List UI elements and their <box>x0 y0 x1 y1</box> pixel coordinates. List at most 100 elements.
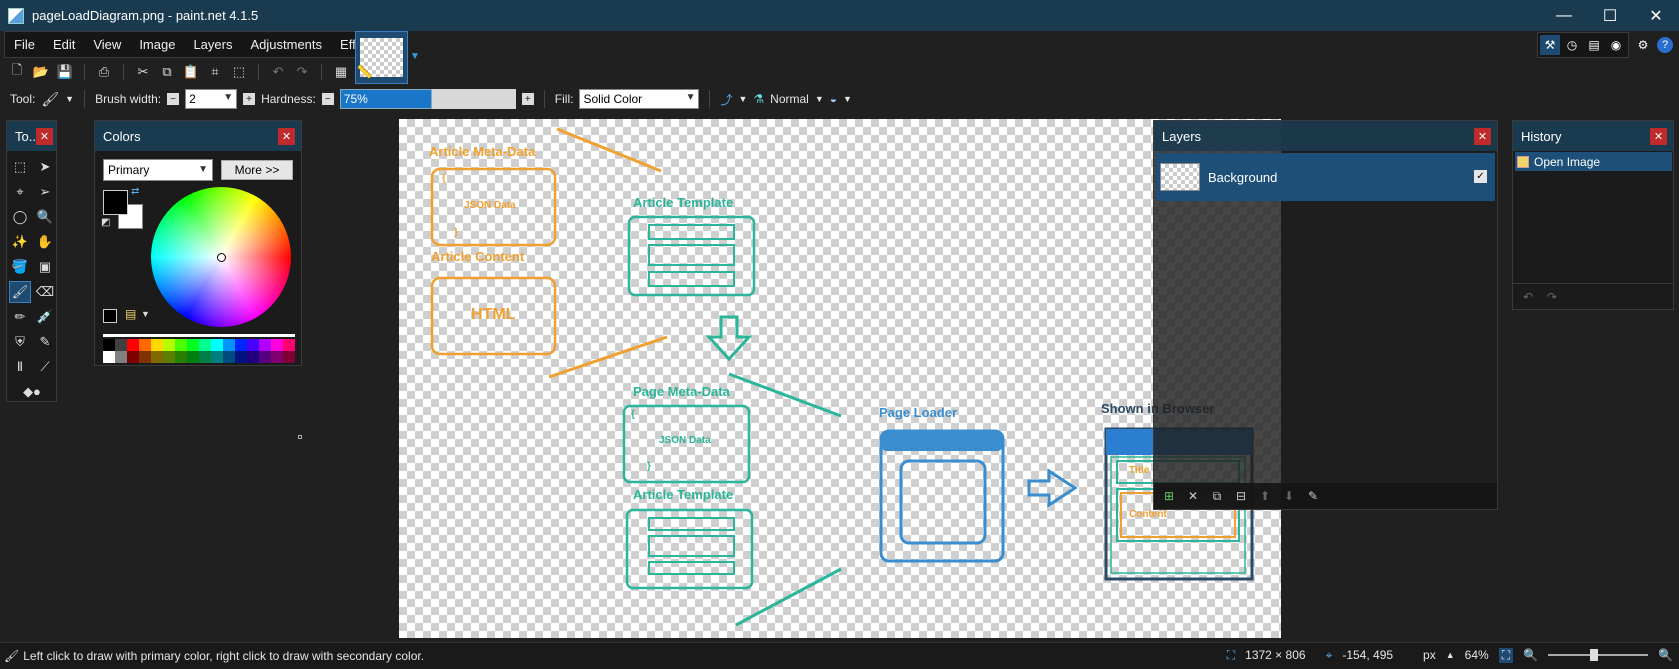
history-redo-icon[interactable]: ↷ <box>1543 288 1561 306</box>
palette-swatch[interactable] <box>259 339 271 351</box>
history-close-button[interactable]: ✕ <box>1650 128 1667 145</box>
paste-icon[interactable]: 📋 <box>182 63 200 81</box>
history-panel-header[interactable]: History ✕ <box>1513 121 1673 151</box>
palette-swatch[interactable] <box>271 339 283 351</box>
more-colors-button[interactable]: More >> <box>221 160 293 180</box>
zoom-slider[interactable] <box>1548 647 1649 663</box>
delete-layer-icon[interactable]: ✕ <box>1184 487 1202 505</box>
hardness-increase-button[interactable]: + <box>521 93 534 105</box>
move-selection-tool-icon[interactable]: ➢ <box>34 181 56 203</box>
paintbrush-tool-icon[interactable]: 🖌 <box>41 91 59 108</box>
swap-colors-icon[interactable]: ⇄ <box>131 186 139 197</box>
palette-swatch[interactable] <box>271 351 283 363</box>
palette-swatch[interactable] <box>103 351 115 363</box>
brush-width-increase-button[interactable]: + <box>243 93 256 105</box>
units-dropdown-icon[interactable]: ▲ <box>1446 650 1455 660</box>
antialiasing-icon[interactable]: ⤴ <box>720 91 732 108</box>
brush-width-decrease-button[interactable]: − <box>167 93 180 105</box>
move-selected-pixels-tool-icon[interactable]: ➤ <box>34 156 56 178</box>
magic-wand-tool-icon[interactable]: ✨ <box>9 231 31 253</box>
shapes-tool-icon[interactable]: ◆● <box>9 381 55 403</box>
layers-close-button[interactable]: ✕ <box>1474 128 1491 145</box>
gradient-tool-icon[interactable]: ▣ <box>34 256 56 278</box>
palette-swatch[interactable] <box>235 351 247 363</box>
blend-mode-flask-icon[interactable]: ⚗ <box>753 92 764 106</box>
crop-to-selection-icon[interactable]: ⌗ <box>206 63 224 81</box>
pan-tool-icon[interactable]: ✋ <box>34 231 56 253</box>
zoom-tool-icon[interactable]: 🔍 <box>34 206 56 228</box>
palette-swatch[interactable] <box>199 351 211 363</box>
add-to-palette-icon[interactable] <box>103 309 117 323</box>
merge-layer-down-icon[interactable]: ⊟ <box>1232 487 1250 505</box>
close-window-button[interactable]: ✕ <box>1633 0 1679 31</box>
menu-edit[interactable]: Edit <box>44 32 84 57</box>
palette-swatch[interactable] <box>139 351 151 363</box>
units-select[interactable]: px <box>1423 648 1436 662</box>
palette-swatch[interactable] <box>151 339 163 351</box>
palette-swatch[interactable] <box>211 339 223 351</box>
palette-swatch[interactable] <box>223 339 235 351</box>
colors-window-toggle-icon[interactable]: ◉ <box>1606 35 1626 55</box>
palette-swatch[interactable] <box>163 351 175 363</box>
palette-swatch[interactable] <box>235 339 247 351</box>
palette-swatch[interactable] <box>139 339 151 351</box>
menu-layers[interactable]: Layers <box>184 32 241 57</box>
hardness-slider[interactable]: 75% <box>339 89 516 109</box>
paintbrush-tool-icon[interactable]: 🖌 <box>9 281 31 303</box>
fill-mode-select[interactable]: Solid Color ▼ <box>579 89 700 109</box>
maximize-button[interactable]: ☐ <box>1587 0 1633 31</box>
palette-swatch[interactable] <box>211 351 223 363</box>
menu-file[interactable]: File <box>5 32 44 57</box>
image-canvas[interactable]: Article Meta-Data { JSON Data } Article … <box>399 119 1281 638</box>
pencil-tool-icon[interactable]: ✏ <box>9 306 31 328</box>
text-tool-icon[interactable]: Ⅱ <box>9 356 31 378</box>
palette-swatch[interactable] <box>247 339 259 351</box>
palette-swatch[interactable] <box>175 351 187 363</box>
tools-panel-header[interactable]: To... ✕ <box>7 121 56 151</box>
grid-toggle-icon[interactable]: ▦ <box>332 63 350 81</box>
color-mode-select[interactable]: Primary ▼ <box>103 159 213 181</box>
palette-swatch[interactable] <box>259 351 271 363</box>
palette-swatch[interactable] <box>175 339 187 351</box>
move-layer-down-icon[interactable]: ⬇ <box>1280 487 1298 505</box>
tools-close-button[interactable]: ✕ <box>36 128 53 145</box>
eraser-tool-icon[interactable]: ⌫ <box>34 281 56 303</box>
lasso-select-tool-icon[interactable]: ⌖ <box>9 181 31 203</box>
hardness-decrease-button[interactable]: − <box>321 93 334 105</box>
brush-width-input[interactable]: 2 ▼ <box>185 89 238 109</box>
line-curve-tool-icon[interactable]: ⟋ <box>34 356 56 378</box>
colors-panel-header[interactable]: Colors ✕ <box>95 121 301 151</box>
zoom-value[interactable]: 64% <box>1465 648 1489 662</box>
history-window-toggle-icon[interactable]: ◷ <box>1562 35 1582 55</box>
print-icon[interactable]: ⎙ <box>95 63 113 81</box>
zoom-in-icon[interactable]: 🔍 <box>1658 648 1673 662</box>
zoom-slider-thumb[interactable] <box>1590 649 1599 661</box>
color-wheel-marker[interactable] <box>217 253 226 262</box>
palette-swatch[interactable] <box>127 351 139 363</box>
open-file-icon[interactable]: 📂 <box>32 63 50 81</box>
undo-icon[interactable]: ↶ <box>269 63 287 81</box>
redo-icon[interactable]: ↷ <box>293 63 311 81</box>
palette-swatch[interactable] <box>187 351 199 363</box>
palette-swatch[interactable] <box>127 339 139 351</box>
panel-resize-handle[interactable] <box>298 435 302 439</box>
deselect-icon[interactable]: ⬚ <box>230 63 248 81</box>
zoom-to-window-icon[interactable]: ⛶ <box>1498 647 1514 663</box>
duplicate-layer-icon[interactable]: ⧉ <box>1208 487 1226 505</box>
help-icon[interactable]: ? <box>1657 37 1673 53</box>
layer-visibility-checkbox[interactable]: ✓ <box>1474 170 1487 183</box>
minimize-button[interactable]: — <box>1541 0 1587 31</box>
layer-item[interactable]: Background ✓ <box>1156 153 1495 201</box>
palette-menu-icon[interactable]: ▤ <box>125 307 136 321</box>
palette-swatch[interactable] <box>283 339 295 351</box>
menu-image[interactable]: Image <box>130 32 184 57</box>
palette-swatch[interactable] <box>247 351 259 363</box>
zoom-out-icon[interactable]: 🔍 <box>1523 648 1538 662</box>
palette-swatch[interactable] <box>187 339 199 351</box>
settings-gear-icon[interactable]: ⚙ <box>1633 35 1653 55</box>
ellipse-select-tool-icon[interactable]: ◯ <box>9 206 31 228</box>
color-picker-tool-icon[interactable]: 💉 <box>34 306 56 328</box>
save-icon[interactable]: 💾 <box>56 63 74 81</box>
history-undo-icon[interactable]: ↶ <box>1519 288 1537 306</box>
antialiasing-dropdown-icon[interactable]: ▼ <box>738 94 747 104</box>
